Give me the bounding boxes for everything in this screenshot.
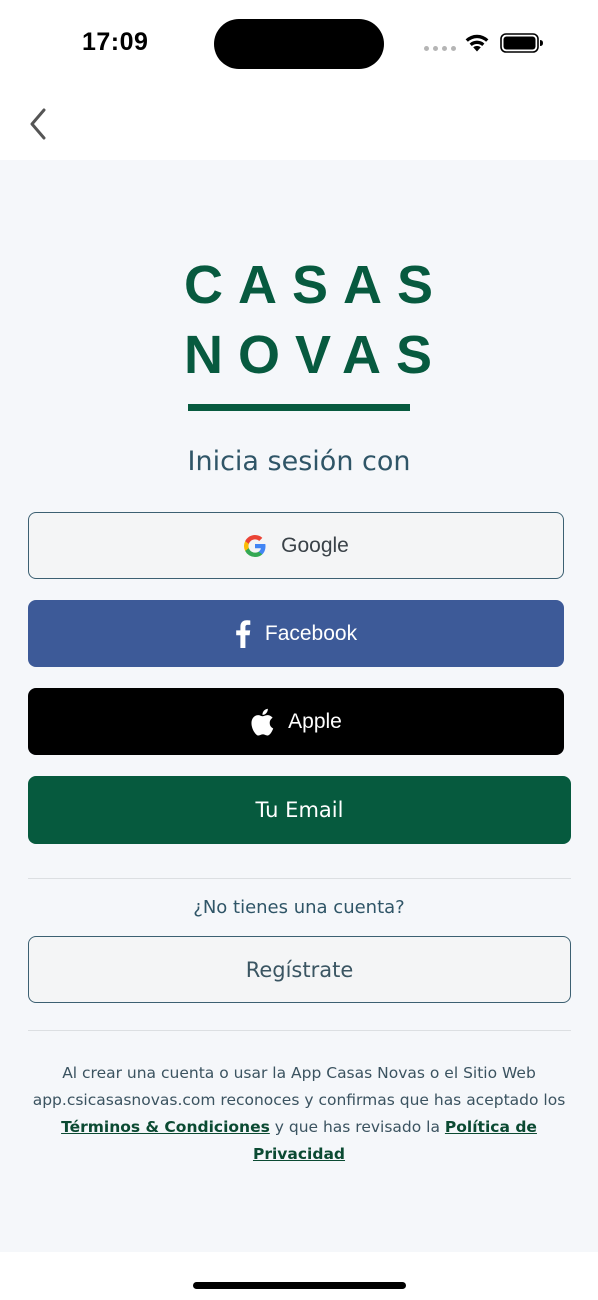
back-button[interactable] xyxy=(22,104,58,144)
divider xyxy=(28,1030,571,1031)
casas-novas-logo: CASAS NOVAS xyxy=(184,250,449,412)
google-label: Google xyxy=(281,533,349,557)
navigation-bar xyxy=(0,90,598,160)
wifi-icon xyxy=(465,34,489,52)
logo-text-line1: CASAS xyxy=(184,255,449,315)
facebook-login-button[interactable]: Facebook xyxy=(28,600,564,667)
login-screen: CASAS NOVAS Inicia sesión con Google Fac… xyxy=(0,160,598,1252)
legal-notice: Al crear una cuenta o usar la App Casas … xyxy=(20,1060,578,1168)
email-login-button[interactable]: Tu Email xyxy=(28,776,571,844)
apple-login-button[interactable]: Apple xyxy=(28,688,564,755)
apple-logo-icon xyxy=(250,708,274,736)
email-label: Tu Email xyxy=(255,798,344,822)
terms-link[interactable]: Términos & Condiciones xyxy=(61,1118,270,1136)
apple-label: Apple xyxy=(288,709,342,733)
chevron-left-icon xyxy=(30,108,46,140)
cellular-signal-icon xyxy=(424,46,456,52)
google-g-icon xyxy=(243,534,267,558)
home-indicator-area xyxy=(0,1252,598,1300)
home-indicator[interactable] xyxy=(193,1282,406,1289)
dynamic-island xyxy=(214,19,384,69)
logo-text-line2: NOVAS xyxy=(184,325,448,385)
login-heading: Inicia sesión con xyxy=(187,446,411,477)
no-account-prompt: ¿No tienes una cuenta? xyxy=(193,897,405,918)
google-login-button[interactable]: Google xyxy=(28,512,564,579)
legal-text-middle: y que has revisado la xyxy=(274,1118,440,1136)
facebook-label: Facebook xyxy=(264,621,358,645)
divider xyxy=(28,878,571,879)
register-button[interactable]: Regístrate xyxy=(28,936,571,1003)
facebook-f-icon xyxy=(235,619,251,648)
battery-icon xyxy=(500,33,543,53)
legal-text-intro: Al crear una cuenta o usar la App Casas … xyxy=(32,1064,566,1109)
logo-underline xyxy=(188,404,410,411)
status-bar: 17:09 xyxy=(0,0,598,90)
status-time: 17:09 xyxy=(82,28,149,56)
register-label: Regístrate xyxy=(245,957,354,982)
